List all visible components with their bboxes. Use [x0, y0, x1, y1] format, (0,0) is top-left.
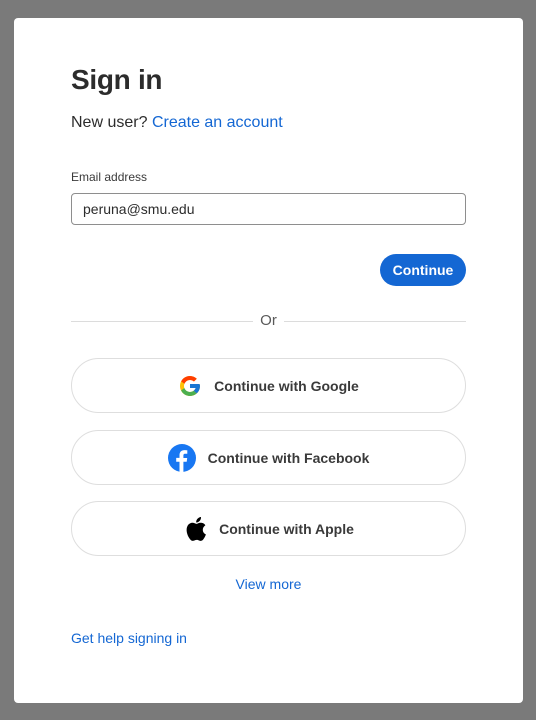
google-button-label: Continue with Google	[214, 377, 359, 394]
continue-with-facebook-button[interactable]: Continue with Facebook	[71, 430, 466, 485]
divider-line-right	[284, 321, 466, 322]
continue-with-apple-button[interactable]: Continue with Apple	[71, 501, 466, 556]
signin-dialog: Sign in New user? Create an account Emai…	[14, 18, 523, 703]
email-label: Email address	[71, 170, 148, 184]
facebook-icon	[167, 443, 196, 472]
apple-icon	[183, 515, 207, 543]
continue-button[interactable]: Continue	[380, 254, 466, 286]
create-account-link[interactable]: Create an account	[152, 114, 283, 131]
email-field[interactable]	[71, 193, 466, 225]
facebook-button-label: Continue with Facebook	[207, 449, 370, 466]
page-title: Sign in	[71, 64, 163, 95]
new-user-label: New user?	[71, 114, 148, 131]
view-more-link[interactable]: View more	[236, 576, 302, 592]
google-icon	[178, 374, 202, 398]
get-help-link[interactable]: Get help signing in	[71, 630, 187, 646]
help-row: Get help signing in	[71, 630, 187, 646]
apple-button-label: Continue with Apple	[219, 520, 354, 537]
new-user-prompt: New user? Create an account	[71, 114, 283, 132]
continue-with-google-button[interactable]: Continue with Google	[71, 358, 466, 413]
or-divider: Or	[71, 310, 466, 334]
view-more-row: View more	[14, 576, 523, 592]
